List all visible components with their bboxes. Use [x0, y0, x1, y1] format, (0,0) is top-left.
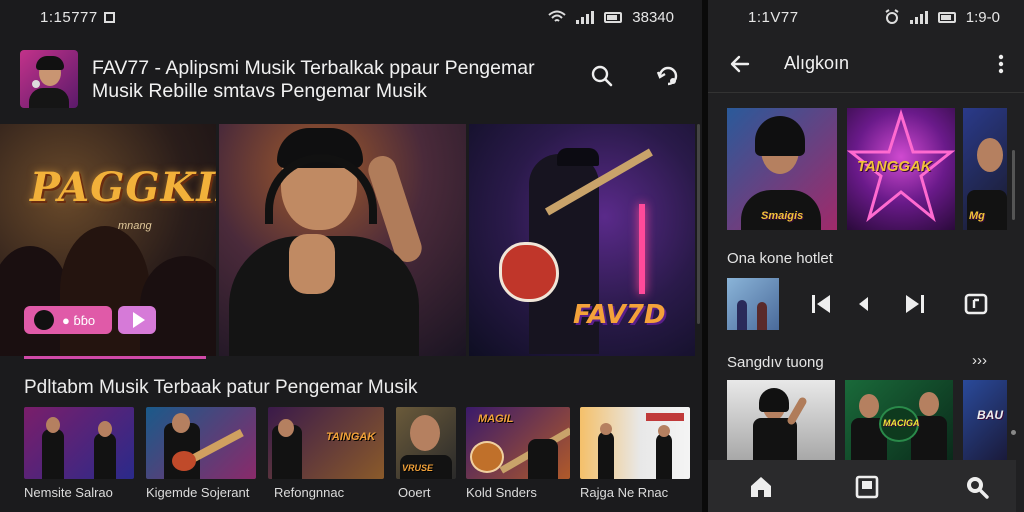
- rewind-icon[interactable]: [856, 292, 870, 316]
- album-card-label: Ooert: [398, 485, 431, 500]
- featured-banner-3[interactable]: FAV7D: [469, 124, 695, 356]
- status-time: 1:15777: [40, 8, 98, 26]
- see-more-arrow[interactable]: ›››: [972, 352, 987, 369]
- battery-icon: [604, 11, 623, 23]
- section-title: Pdltabm Musik Terbaak patur Pengemar Mus…: [24, 377, 418, 398]
- status-bar: 1:15777 38340: [0, 0, 702, 34]
- status-time: 1:1V77: [748, 8, 799, 26]
- page-title: Alıgkoın: [784, 53, 850, 73]
- status-value: 1:9-0: [965, 8, 1000, 26]
- banner-title: PAGGKIN: [30, 164, 216, 211]
- page-subtitle: Musik Rebille smtavs Pengemar Musik: [92, 80, 427, 102]
- notification-icon: [103, 11, 115, 23]
- scrollbar[interactable]: [1012, 150, 1015, 220]
- album-card[interactable]: [727, 380, 835, 460]
- banner-subtitle: mnanɡ: [118, 220, 152, 232]
- skip-next-icon[interactable]: [904, 292, 926, 316]
- banner-action-label: ● ɓɓo: [62, 312, 96, 328]
- status-bar: 1:1V77 1:9-0: [708, 0, 1024, 34]
- carousel-progress: [24, 356, 206, 359]
- album-card-label: Nemsite Salrao: [24, 485, 113, 500]
- main-panel: 1:15777 38340 FAV77 - Aplipsmi Musik Ter…: [0, 0, 702, 512]
- album-card[interactable]: MAGIL: [466, 407, 570, 479]
- album-card[interactable]: Smaigis: [727, 108, 837, 230]
- battery-icon: [937, 11, 956, 23]
- search-icon[interactable]: [588, 62, 616, 90]
- album-card[interactable]: [24, 407, 134, 479]
- home-icon[interactable]: [748, 474, 774, 500]
- section-label: Sangdıv tuong: [727, 354, 824, 371]
- album-card-label: Kigemde Sojerant: [146, 485, 250, 500]
- album-card[interactable]: Mg: [963, 108, 1007, 230]
- album-card[interactable]: [146, 407, 256, 479]
- scroll-indicator: [1011, 430, 1016, 435]
- album-card[interactable]: TAINGAK: [268, 407, 384, 479]
- signal-icon: [576, 10, 595, 24]
- album-card[interactable]: BAU: [963, 380, 1007, 460]
- app-bar: Alıgkoın: [708, 44, 1024, 84]
- page-title: FAV77 - Aplipsmi Musik Terbalkak ppaur P…: [92, 57, 535, 79]
- app-header: FAV77 - Aplipsmi Musik Terbalkak ppaur P…: [0, 44, 702, 114]
- album-card-label: Refongnnac: [274, 485, 345, 500]
- guitar-icon: [499, 242, 559, 302]
- more-vert-icon[interactable]: [998, 54, 1004, 74]
- now-playing-label: Ona kone hotlet: [727, 250, 833, 267]
- album-card[interactable]: [580, 407, 690, 479]
- status-value: 38340: [632, 8, 674, 26]
- alarm-icon: [885, 9, 899, 24]
- bottom-navigation: [708, 460, 1016, 512]
- album-card-label: Kold Snders: [466, 485, 537, 500]
- album-card[interactable]: VRUSE: [396, 407, 456, 479]
- scrollbar[interactable]: [697, 124, 700, 324]
- queue-music-icon[interactable]: [964, 292, 988, 316]
- album-card-label: Rajga Ne Rnac: [580, 485, 669, 500]
- signal-icon: [909, 10, 928, 24]
- wifi-icon: [548, 10, 566, 22]
- record-icon: [34, 310, 54, 330]
- search-icon[interactable]: [964, 474, 990, 500]
- library-icon[interactable]: [854, 474, 880, 500]
- featured-banner-2[interactable]: [219, 124, 466, 356]
- now-playing-thumbnail[interactable]: [727, 278, 779, 330]
- banner-action-button[interactable]: ● ɓɓo: [24, 306, 112, 334]
- artist-avatar[interactable]: [20, 50, 78, 108]
- play-button[interactable]: [118, 306, 156, 334]
- album-card[interactable]: MACIGA: [845, 380, 953, 460]
- album-panel: 1:1V77 1:9-0 Alıgkoın Smaigis TANGGAK Mg…: [708, 0, 1024, 512]
- banner-logo: FAV7D: [573, 300, 666, 330]
- share-icon[interactable]: [654, 62, 682, 90]
- skip-previous-icon[interactable]: [810, 292, 832, 316]
- divider: [708, 92, 1024, 93]
- back-arrow-icon[interactable]: [728, 52, 752, 76]
- album-card[interactable]: TANGGAK: [847, 108, 955, 230]
